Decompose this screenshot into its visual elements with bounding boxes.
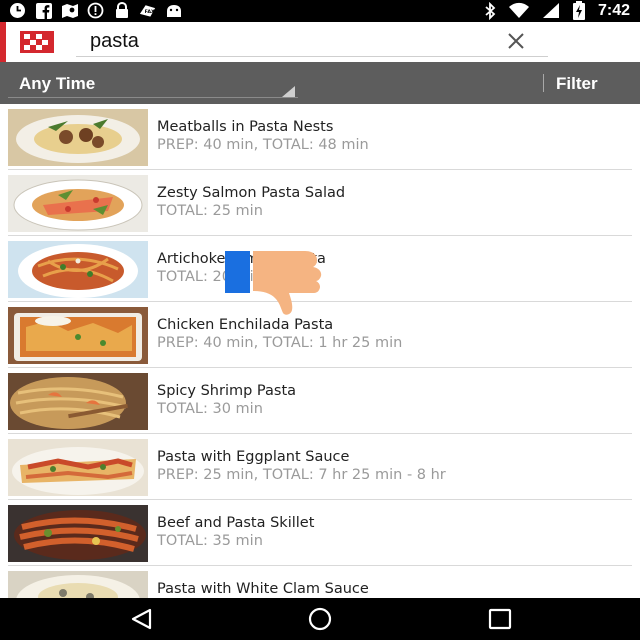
- notification-icons: FAX: [8, 2, 183, 19]
- recipe-thumbnail: [8, 109, 148, 166]
- recipe-time: PREP: 25 min, TOTAL: 7 hr 25 min - 8 hr: [157, 467, 446, 483]
- recipe-title: Pasta with White Clam Sauce: [157, 581, 369, 597]
- recipe-thumbnail: [8, 175, 148, 232]
- fax-icon: FAX: [138, 2, 157, 19]
- search-underline: [76, 56, 548, 57]
- recipe-time: PREP: 40 min, TOTAL: 48 min: [157, 137, 369, 153]
- recipe-title: Spicy Shrimp Pasta: [157, 383, 297, 399]
- search-bar: [0, 22, 640, 62]
- filter-divider: [543, 74, 544, 92]
- recipe-title: Meatballs in Pasta Nests: [157, 119, 334, 135]
- navigation-bar: [0, 598, 640, 640]
- recents-icon[interactable]: [486, 607, 514, 631]
- battery-icon: [572, 1, 586, 20]
- time-filter-dropdown[interactable]: Any Time: [4, 70, 298, 98]
- thumbs-down-icon[interactable]: [225, 249, 323, 317]
- map-icon: [60, 2, 79, 19]
- recipe-row[interactable]: Pasta with Eggplant Sauce PREP: 25 min, …: [0, 434, 640, 500]
- app-logo: [20, 31, 54, 53]
- search-input[interactable]: [90, 28, 470, 54]
- lock-icon: [112, 2, 131, 19]
- android-icon: [164, 2, 183, 19]
- home-icon[interactable]: [306, 607, 334, 631]
- dropdown-underline: [8, 97, 298, 98]
- filter-button[interactable]: Filter: [556, 74, 598, 94]
- recipe-time: TOTAL: 25 min: [157, 203, 263, 219]
- bluetooth-icon: [484, 1, 496, 20]
- recipe-time: TOTAL: 30 min: [157, 401, 263, 417]
- recipe-row[interactable]: Spicy Shrimp Pasta TOTAL: 30 min: [0, 368, 640, 434]
- recipe-thumbnail: [8, 571, 148, 598]
- search-accent-stripe: [0, 22, 6, 62]
- dropdown-caret-icon: [282, 86, 295, 97]
- time-filter-label: Any Time: [19, 74, 96, 93]
- circle-icon: [86, 2, 105, 19]
- facebook-icon: [34, 2, 53, 19]
- wifi-icon: [508, 2, 530, 19]
- clock-icon: [8, 2, 27, 19]
- recipe-thumbnail: [8, 241, 148, 298]
- svg-text:FAX: FAX: [145, 9, 155, 15]
- back-icon[interactable]: [128, 607, 156, 631]
- recipe-thumbnail: [8, 505, 148, 562]
- recipe-row[interactable]: Pasta with White Clam Sauce: [0, 566, 640, 598]
- recipe-title: Beef and Pasta Skillet: [157, 515, 315, 531]
- recipe-row[interactable]: Beef and Pasta Skillet TOTAL: 35 min: [0, 500, 640, 566]
- recipe-title: Chicken Enchilada Pasta: [157, 317, 334, 333]
- recipe-time: TOTAL: 35 min: [157, 533, 263, 549]
- recipe-row[interactable]: Meatballs in Pasta Nests PREP: 40 min, T…: [0, 104, 640, 170]
- recipe-row[interactable]: Zesty Salmon Pasta Salad TOTAL: 25 min: [0, 170, 640, 236]
- status-time: 7:42: [597, 1, 630, 19]
- recipe-title: Zesty Salmon Pasta Salad: [157, 185, 346, 201]
- clear-search-icon[interactable]: [505, 30, 527, 52]
- signal-icon: [542, 2, 560, 19]
- filter-bar: Any Time Filter: [0, 62, 640, 104]
- recipe-thumbnail: [8, 439, 148, 496]
- recipe-thumbnail: [8, 373, 148, 430]
- status-bar: FAX 7:42: [0, 0, 640, 22]
- system-icons: 7:42: [484, 1, 630, 20]
- recipe-title: Pasta with Eggplant Sauce: [157, 449, 350, 465]
- recipe-time: PREP: 40 min, TOTAL: 1 hr 25 min: [157, 335, 403, 351]
- recipe-thumbnail: [8, 307, 148, 364]
- recipe-list[interactable]: Meatballs in Pasta Nests PREP: 40 min, T…: [0, 104, 640, 598]
